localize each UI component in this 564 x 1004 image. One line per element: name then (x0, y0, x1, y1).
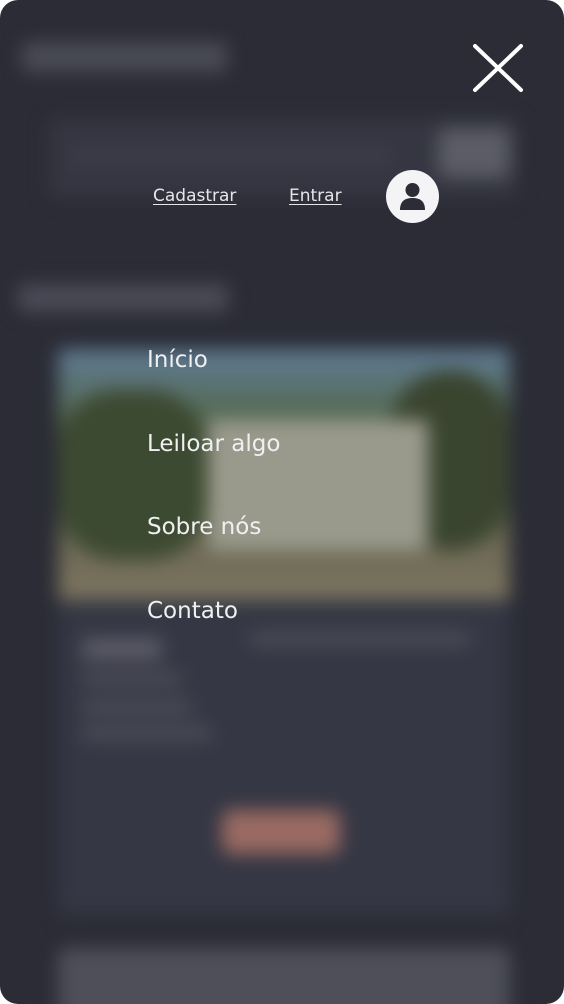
nav-menu-overlay: Cadastrar Entrar Início Leiloar algo Sob… (0, 0, 564, 1004)
close-icon (473, 44, 523, 92)
register-link[interactable]: Cadastrar (153, 186, 236, 206)
user-avatar-button[interactable] (386, 170, 439, 223)
login-link[interactable]: Entrar (289, 186, 342, 206)
nav-item-leiloar-algo[interactable]: Leiloar algo (147, 431, 280, 457)
close-menu-button[interactable] (468, 42, 528, 94)
nav-item-contato[interactable]: Contato (147, 598, 238, 624)
nav-item-inicio[interactable]: Início (147, 347, 208, 373)
user-icon (400, 183, 425, 210)
nav-item-sobre-nos[interactable]: Sobre nós (147, 514, 261, 540)
mobile-menu-screen: Cadastrar Entrar Início Leiloar algo Sob… (0, 0, 564, 1004)
